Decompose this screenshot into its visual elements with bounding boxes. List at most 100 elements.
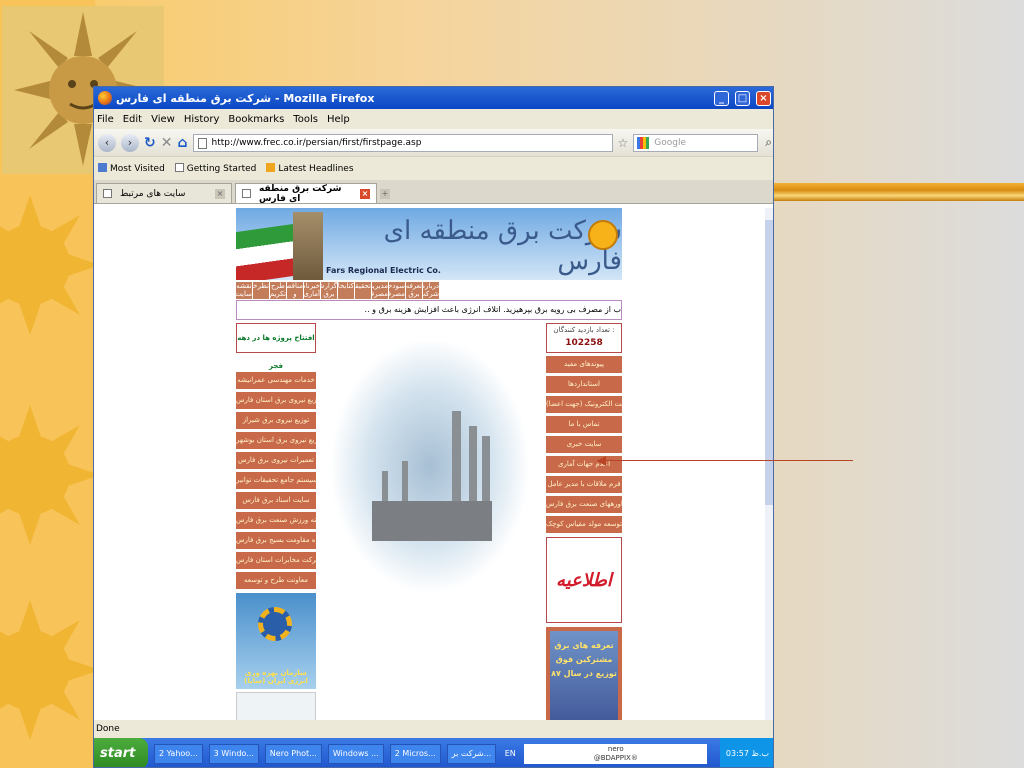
topnav-item[interactable]: طرح تکریم bbox=[270, 282, 286, 299]
taskbar-item[interactable]: Nero Phot... bbox=[264, 743, 322, 764]
taskbar-item[interactable]: Windows ... bbox=[327, 743, 384, 764]
site-english-title: Fars Regional Electric Co. bbox=[326, 266, 441, 275]
right-link[interactable]: پست الکترونیک (جهت اعضا) bbox=[546, 396, 622, 413]
taskbar-item[interactable]: شرکت بر... bbox=[446, 743, 497, 764]
back-icon[interactable]: ‹ bbox=[98, 133, 116, 152]
power-plant-image bbox=[332, 341, 528, 591]
menu-tools[interactable]: Tools bbox=[293, 114, 318, 125]
tomb-image bbox=[293, 212, 323, 280]
url-bar[interactable]: http://www.frec.co.ir/persian/first/firs… bbox=[192, 133, 613, 152]
tab-strip: سایت های مرتبط × شرکت برق منطقه ای فارس … bbox=[94, 180, 773, 204]
start-button[interactable]: start bbox=[94, 738, 148, 767]
right-link[interactable]: استانداردها bbox=[546, 376, 622, 393]
maximize-button[interactable]: □ bbox=[735, 90, 750, 106]
nero-toolbar[interactable]: nero @BDAPPIX® bbox=[524, 743, 708, 764]
topnav-item[interactable]: نظرخواهی bbox=[253, 282, 269, 299]
topnav-item[interactable]: مدیریت مصرف bbox=[372, 282, 388, 299]
close-button[interactable]: × bbox=[756, 90, 771, 106]
new-tab-icon[interactable]: + bbox=[380, 189, 390, 199]
nero-sublabel: @BDAPPIX® bbox=[593, 753, 638, 762]
right-link[interactable]: فرم ملاقات با مدیر عامل bbox=[546, 476, 622, 493]
topnav-item[interactable]: تحقیقات bbox=[355, 282, 371, 299]
menu-edit[interactable]: Edit bbox=[123, 114, 142, 125]
left-link[interactable]: توزیع نیروی برق استان فارس bbox=[236, 392, 316, 409]
clock: 03:57 ب.ظ bbox=[725, 749, 769, 758]
right-link[interactable]: اعلام جهات آماری bbox=[546, 456, 622, 473]
menu-view[interactable]: View bbox=[151, 114, 175, 125]
home-icon[interactable]: ⌂ bbox=[177, 135, 187, 151]
topnav-item[interactable]: تعرفه برق bbox=[406, 282, 422, 299]
right-link[interactable]: سایت خبری bbox=[546, 436, 622, 453]
window-title: شرکت برق منطقه ای فارس - Mozilla Firefox bbox=[116, 91, 375, 105]
left-link[interactable]: خدمات مهندسی عمرانیشه bbox=[236, 372, 316, 389]
taskbar-item[interactable]: 2 Yahoo... bbox=[154, 743, 203, 764]
navigation-toolbar: ‹ › ↻ ✕ ⌂ http://www.frec.co.ir/persian/… bbox=[94, 129, 773, 156]
topnav-item[interactable]: گزارشات برق فارس bbox=[321, 282, 337, 299]
rss-icon bbox=[266, 163, 276, 172]
annotation-arrow-icon bbox=[597, 456, 606, 466]
topnav-item[interactable]: درباره شرکت bbox=[423, 282, 439, 299]
bookmark-latest-headlines[interactable]: Latest Headlines bbox=[266, 163, 354, 174]
left-link[interactable]: معاونت طرح و توسعه bbox=[236, 572, 316, 589]
left-link[interactable]: توزیع نیروی برق شیراز bbox=[236, 412, 316, 429]
left-link[interactable]: تعمیرات نیروی برق فارس bbox=[236, 452, 316, 469]
topnav-item[interactable]: نقشه سایت bbox=[236, 282, 252, 299]
chimney-shape bbox=[452, 411, 461, 511]
reload-icon[interactable]: ↻ bbox=[144, 135, 156, 151]
menu-file[interactable]: File bbox=[97, 114, 114, 125]
bookmark-icon bbox=[98, 163, 107, 172]
tab-related-sites[interactable]: سایت های مرتبط × bbox=[96, 183, 232, 203]
left-link[interactable]: توزیع نیروی برق استان بوشهر bbox=[236, 432, 316, 449]
taskbar-item[interactable]: 2 Micros... bbox=[389, 743, 441, 764]
left-link[interactable]: سیستم جامع تحقیقات توانیر bbox=[236, 472, 316, 489]
taskbar: start 2 Yahoo... 3 Windo... Nero Phot...… bbox=[94, 738, 773, 767]
bookmark-getting-started[interactable]: Getting Started bbox=[174, 163, 256, 174]
vertical-scrollbar[interactable] bbox=[765, 208, 773, 720]
tab-close-icon[interactable]: × bbox=[360, 188, 370, 199]
topnav-item[interactable]: سودحساب مصرف bbox=[389, 282, 405, 299]
page-icon bbox=[242, 189, 251, 198]
right-link[interactable]: پیوندهای مفید bbox=[546, 356, 622, 373]
left-link[interactable]: پایگاه مقاومت بسیج برق فارس bbox=[236, 532, 316, 549]
taskbar-item[interactable]: 3 Windo... bbox=[208, 743, 259, 764]
search-input[interactable]: Google bbox=[633, 133, 759, 152]
language-indicator[interactable]: EN bbox=[502, 749, 518, 758]
notice-banner[interactable]: اطلاعیه bbox=[546, 537, 622, 623]
plant-shape bbox=[372, 501, 492, 541]
bookmark-star-icon[interactable]: ☆ bbox=[618, 136, 629, 150]
scroll-thumb[interactable] bbox=[765, 220, 773, 505]
menu-history[interactable]: History bbox=[184, 114, 220, 125]
forward-icon[interactable]: › bbox=[121, 133, 139, 152]
topnav-item[interactable]: خبرنامه آماری bbox=[304, 282, 320, 299]
gold-bar-decoration bbox=[774, 183, 1024, 201]
saba-logo[interactable]: سازمان بهره وری انرژی ایران (سابا) bbox=[236, 593, 316, 689]
menu-help[interactable]: Help bbox=[327, 114, 350, 125]
right-link[interactable]: تماس با ما bbox=[546, 416, 622, 433]
right-column: تعداد بازدید کنندگان : 102258 پیوندهای م… bbox=[546, 323, 622, 747]
right-link[interactable]: توسعه مولد مقیاس کوچک bbox=[546, 516, 622, 533]
tab-close-icon[interactable]: × bbox=[215, 188, 225, 199]
right-link[interactable]: مشاورههای صنعت برق فارس bbox=[546, 496, 622, 513]
nero-label: nero bbox=[607, 744, 624, 753]
minimize-button[interactable]: _ bbox=[714, 90, 729, 106]
sun-decoration-icon bbox=[0, 405, 100, 545]
company-logo-icon bbox=[588, 220, 618, 250]
browser-window: شرکت برق منطقه ای فارس - Mozilla Firefox… bbox=[93, 86, 774, 768]
left-link[interactable]: شرکت مخابرات استان فارس bbox=[236, 552, 316, 569]
website: شرکت برق منطقه ای فارس Fars Regional Ele… bbox=[236, 208, 622, 747]
left-link[interactable]: سایت اسناد برق فارس bbox=[236, 492, 316, 509]
topnav-item[interactable]: مناقصه و مزایده bbox=[287, 282, 303, 299]
left-link[interactable]: کمیته ورزش صنعت برق فارس bbox=[236, 512, 316, 529]
projects-header[interactable]: افتتاح پروژه ها در دهه فجر bbox=[236, 323, 316, 370]
stop-icon[interactable]: ✕ bbox=[161, 135, 173, 151]
topnav-item[interactable]: کتابخانه bbox=[338, 282, 354, 299]
menu-bookmarks[interactable]: Bookmarks bbox=[228, 114, 284, 125]
chimney-shape bbox=[482, 436, 490, 511]
sun-decoration-icon bbox=[0, 195, 100, 335]
bookmark-most-visited[interactable]: Most Visited bbox=[98, 163, 165, 174]
firefox-icon bbox=[98, 91, 112, 105]
tab-fars-electric[interactable]: شرکت برق منطقه ای فارس × bbox=[235, 183, 377, 204]
search-icon[interactable]: ⌕ bbox=[765, 135, 772, 150]
site-banner: شرکت برق منطقه ای فارس Fars Regional Ele… bbox=[236, 208, 622, 280]
url-text: http://www.frec.co.ir/persian/first/firs… bbox=[211, 137, 422, 148]
